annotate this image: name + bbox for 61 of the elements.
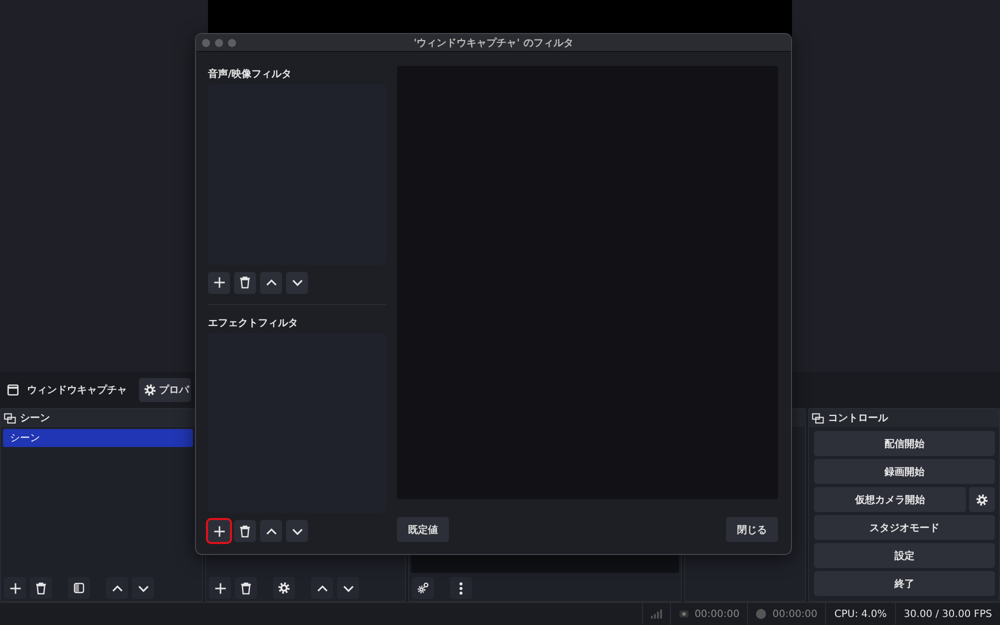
source-name: ウィンドウキャプチャ xyxy=(27,383,128,397)
stream-time: 00:00:00 xyxy=(694,608,740,620)
trash-icon xyxy=(35,582,47,594)
settings-button[interactable] xyxy=(969,487,995,512)
move-down-button[interactable] xyxy=(132,577,154,599)
gear-icon xyxy=(976,494,988,506)
panel-title: コントロール xyxy=(828,412,888,425)
stream-icon xyxy=(678,610,689,618)
cpu-usage: CPU: 4.0% xyxy=(834,608,887,620)
add-button[interactable] xyxy=(208,272,230,294)
section-label: エフェクトフィルタ xyxy=(208,316,299,330)
window-title: 'ウィンドウキャプチャ' のフィルタ xyxy=(412,36,574,50)
settings-button[interactable] xyxy=(273,577,295,599)
plus-icon xyxy=(214,582,226,594)
gear-icon xyxy=(278,582,290,594)
delete-button[interactable] xyxy=(234,520,256,542)
trash-icon xyxy=(240,582,252,594)
panel-title: シーン xyxy=(20,412,50,425)
control-button[interactable]: スタジオモード xyxy=(814,515,995,540)
move-up-button[interactable] xyxy=(260,272,282,294)
move-up-button[interactable] xyxy=(260,520,282,542)
trash-icon xyxy=(239,276,251,289)
control-button[interactable]: 設定 xyxy=(814,543,995,568)
trash-icon xyxy=(239,524,251,538)
move-down-button[interactable] xyxy=(286,520,308,542)
windows-icon xyxy=(4,412,16,424)
delete-button[interactable] xyxy=(30,577,52,599)
control-button[interactable]: 録画開始 xyxy=(814,459,995,484)
move-down-button[interactable] xyxy=(286,272,308,294)
record-dot-icon xyxy=(756,609,766,619)
delete-button[interactable] xyxy=(234,272,256,294)
control-button[interactable]: 配信開始 xyxy=(814,431,995,456)
properties-button[interactable]: プロパ xyxy=(139,378,191,402)
record-time: 00:00:00 xyxy=(772,608,818,620)
vertical-dots-icon xyxy=(459,582,463,594)
add-button[interactable] xyxy=(209,577,231,599)
move-up-button[interactable] xyxy=(311,577,333,599)
fps-readout: 30.00 / 30.00 FPS xyxy=(904,608,992,620)
signal-icon xyxy=(650,609,662,619)
section-label: 音声/映像フィルタ xyxy=(208,67,293,82)
scene-item[interactable]: シーン xyxy=(3,429,193,447)
control-button[interactable]: 仮想カメラ開始 xyxy=(814,487,966,512)
add-button[interactable] xyxy=(208,520,230,542)
move-up-button[interactable] xyxy=(106,577,128,599)
filters-button[interactable] xyxy=(68,577,90,599)
control-button[interactable]: 終了 xyxy=(814,571,995,596)
advanced-settings-button[interactable] xyxy=(412,577,434,599)
defaults-button[interactable]: 既定値 xyxy=(397,517,449,542)
menu-button[interactable] xyxy=(450,577,472,599)
gear-icon xyxy=(144,384,156,396)
close-button[interactable]: 閉じる xyxy=(726,517,778,542)
plus-icon xyxy=(212,524,226,538)
windows-icon xyxy=(812,412,824,424)
move-down-button[interactable] xyxy=(337,577,359,599)
delete-button[interactable] xyxy=(235,577,257,599)
gears-icon xyxy=(417,582,429,594)
add-button[interactable] xyxy=(4,577,26,599)
plus-icon xyxy=(8,582,22,594)
plus-icon xyxy=(212,276,226,289)
square-icon xyxy=(73,582,85,594)
window-icon xyxy=(7,384,19,396)
